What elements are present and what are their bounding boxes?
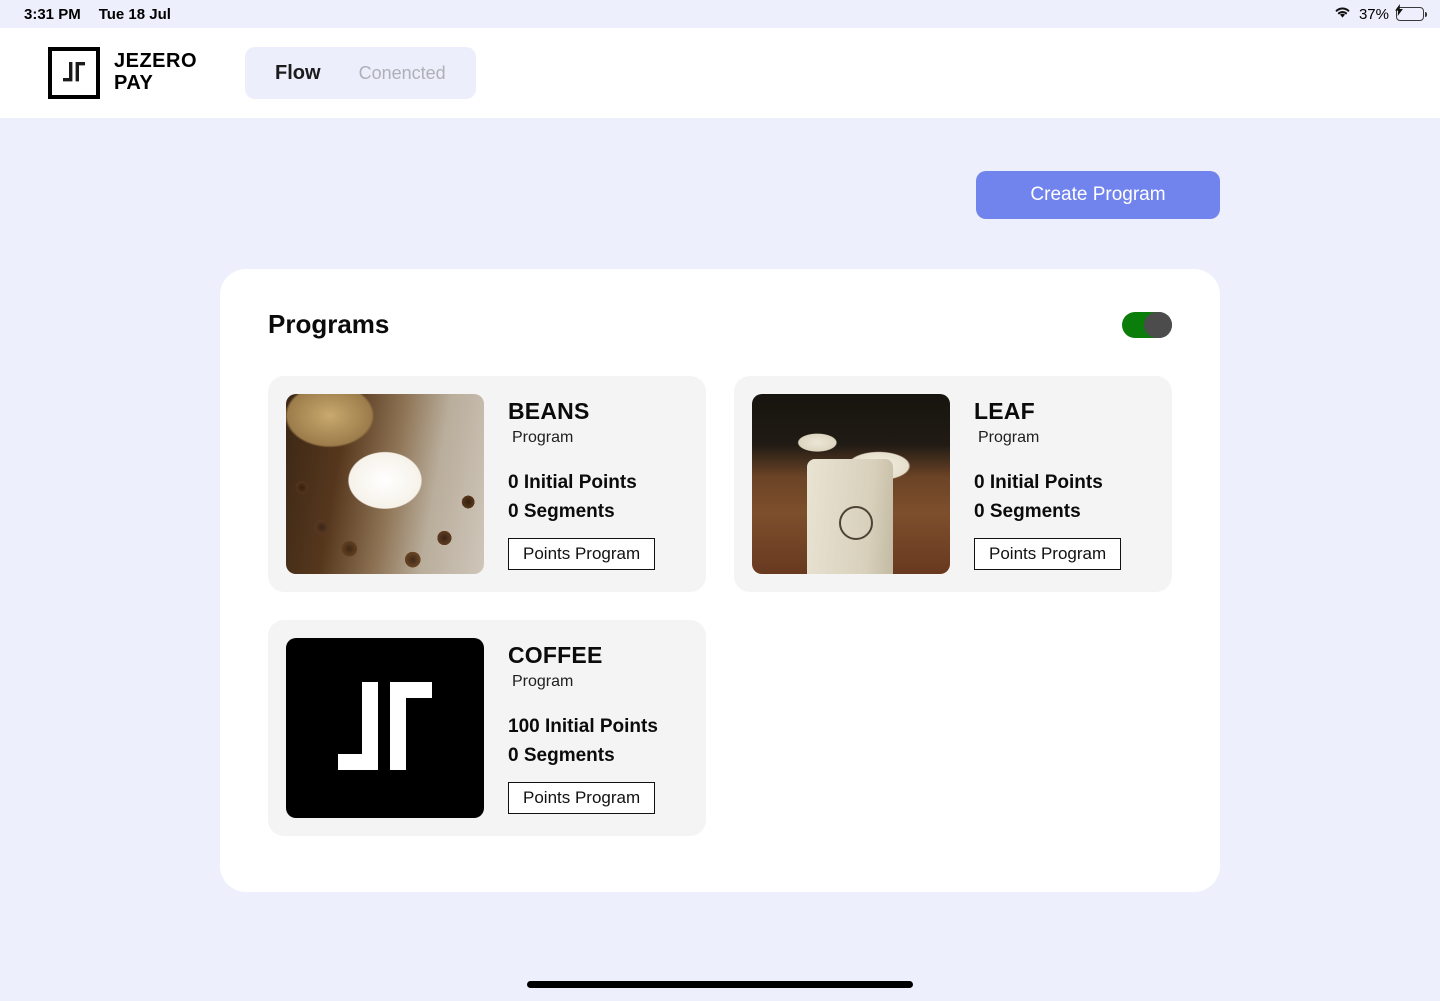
jezero-logo-icon [48, 47, 100, 99]
points-program-button[interactable]: Points Program [974, 538, 1122, 570]
program-stats: 100 Initial Points 0 Segments [508, 713, 688, 770]
status-bar-time: 3:31 PM [24, 5, 81, 23]
battery-percent-label: 37% [1358, 5, 1389, 23]
program-card-body: BEANS Program 0 Initial Points 0 Segment… [508, 394, 688, 574]
status-bar-left: 3:31 PM Tue 18 Jul [24, 6, 171, 23]
program-thumbnail-leaf [752, 394, 950, 574]
programs-grid: BEANS Program 0 Initial Points 0 Segment… [268, 376, 1172, 836]
program-card-coffee[interactable]: COFFEE Program 100 Initial Points 0 Segm… [268, 620, 706, 836]
program-card-leaf[interactable]: LEAF Program 0 Initial Points 0 Segments… [734, 376, 1172, 592]
program-card-beans[interactable]: BEANS Program 0 Initial Points 0 Segment… [268, 376, 706, 592]
program-segments: 0 Segments [508, 500, 615, 522]
points-program-button[interactable]: Points Program [508, 538, 656, 570]
program-subtitle: Program [512, 429, 574, 446]
program-thumbnail-beans [286, 394, 484, 574]
tab-conencted[interactable]: Conencted [359, 63, 446, 84]
tab-flow[interactable]: Flow [275, 62, 321, 85]
brand: JEZERO PAY [48, 47, 197, 99]
program-subtitle: Program [978, 429, 1040, 446]
programs-panel: Programs BEANS Program 0 Initial Points … [220, 269, 1220, 892]
brand-name: JEZERO PAY [114, 51, 197, 94]
program-initial-points: 0 Initial Points [508, 472, 637, 493]
program-stats: 0 Initial Points 0 Segments [974, 469, 1154, 526]
program-name: LEAF [974, 398, 1035, 424]
program-card-body: LEAF Program 0 Initial Points 0 Segments… [974, 394, 1154, 574]
action-row: Create Program [0, 118, 1440, 219]
page-content: Create Program Programs BEANS Program 0 … [0, 118, 1440, 892]
program-name: COFFEE [508, 642, 603, 668]
program-initial-points: 100 Initial Points [508, 716, 658, 737]
brand-name-line2: PAY [114, 72, 154, 94]
program-stats: 0 Initial Points 0 Segments [508, 469, 688, 526]
toggle-knob [1144, 311, 1172, 338]
status-bar-right: 37% [1333, 3, 1427, 23]
battery-charging-icon [1394, 3, 1427, 21]
coffee-bean-logo-icon [839, 505, 874, 540]
status-bar: 3:31 PM Tue 18 Jul 37% [0, 0, 1440, 28]
program-subtitle: Program [512, 673, 574, 690]
brand-name-line1: JEZERO [114, 50, 198, 73]
programs-panel-header: Programs [268, 309, 1172, 340]
program-card-body: COFFEE Program 100 Initial Points 0 Segm… [508, 638, 688, 818]
points-program-button[interactable]: Points Program [508, 782, 656, 814]
home-indicator[interactable] [527, 981, 913, 988]
program-segments: 0 Segments [508, 744, 615, 766]
program-thumbnail-coffee [286, 638, 484, 818]
status-bar-date: Tue 18 Jul [98, 5, 171, 23]
create-program-button[interactable]: Create Program [976, 171, 1220, 219]
jezero-logo-icon [332, 678, 438, 779]
header-tabs: Flow Conencted [245, 47, 476, 99]
programs-visibility-toggle[interactable] [1122, 311, 1172, 338]
app-header: JEZERO PAY Flow Conencted [0, 28, 1440, 118]
home-indicator-area [0, 981, 1440, 988]
wifi-icon [1333, 5, 1352, 23]
program-initial-points: 0 Initial Points [974, 472, 1103, 493]
program-name: BEANS [508, 398, 590, 424]
page-title: Programs [268, 309, 390, 339]
program-segments: 0 Segments [974, 500, 1081, 522]
